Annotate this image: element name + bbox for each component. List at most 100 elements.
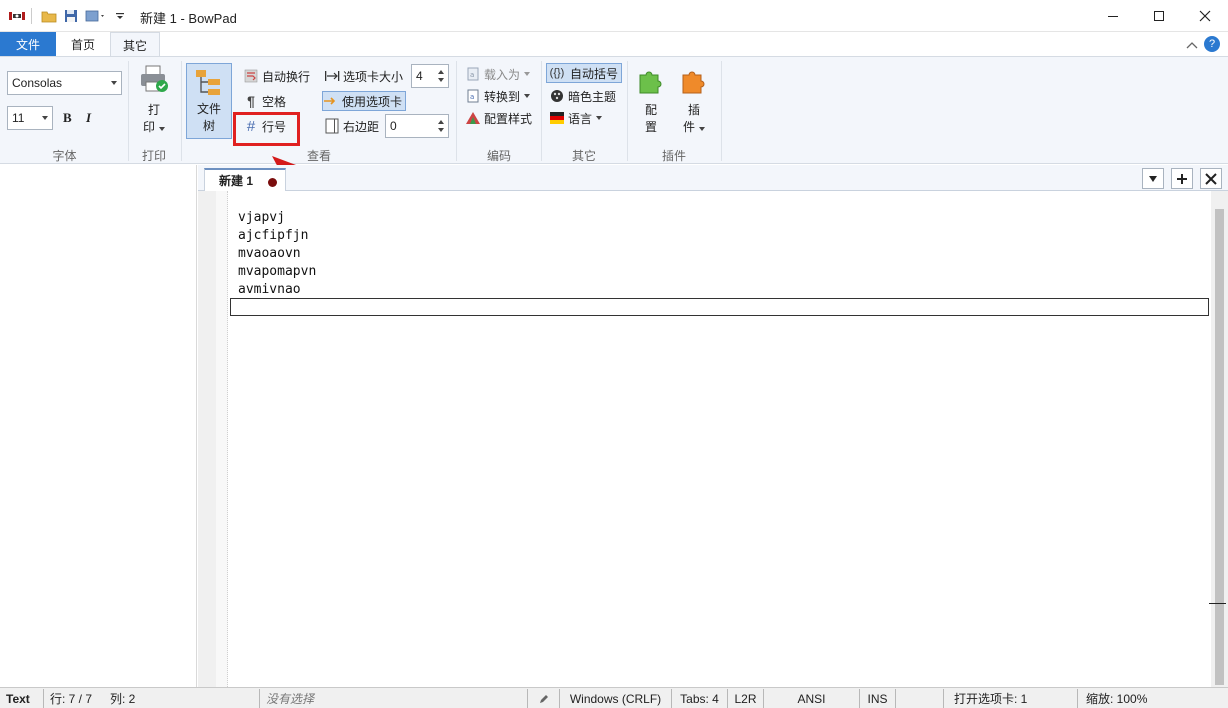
font-size-value: 11	[12, 111, 25, 125]
config-label-line2: 置	[644, 120, 657, 134]
file-tree-label-line2: 树	[202, 119, 215, 133]
convert-to-button[interactable]: a 转换到	[465, 86, 531, 106]
bold-button[interactable]: B	[63, 110, 72, 126]
code-line: vjapvj	[238, 210, 285, 225]
dark-theme-button[interactable]: 暗色主题	[549, 86, 616, 106]
minimize-icon	[1108, 15, 1118, 17]
print-group-label: 打印	[141, 149, 166, 163]
status-column: 列: 2	[104, 689, 260, 708]
italic-button[interactable]: I	[86, 110, 91, 126]
whitespace-label: 空格	[262, 94, 287, 109]
recent-files-icon[interactable]	[84, 6, 108, 26]
plus-icon	[1177, 173, 1187, 184]
line-numbers-highlight-box	[233, 112, 300, 146]
svg-text:a: a	[470, 93, 474, 101]
maximize-button[interactable]	[1136, 0, 1182, 31]
config-style-label: 配置样式	[484, 111, 533, 126]
svg-text:a: a	[470, 71, 474, 79]
use-tabs-button[interactable]: 使用选项卡	[322, 91, 407, 111]
right-margin-label-row: 右边距	[324, 116, 379, 136]
printer-icon	[141, 65, 168, 92]
tab-size-value: 4	[416, 69, 423, 83]
spin-up-icon[interactable]	[438, 120, 444, 124]
maximize-icon	[1154, 10, 1164, 21]
tab-other[interactable]: 其它	[110, 32, 160, 57]
document-tab-strip: 新建 1	[198, 165, 1228, 191]
spin-up-icon[interactable]	[438, 70, 444, 74]
plugins-label-line1: 插	[687, 103, 700, 117]
status-tabs[interactable]: Tabs: 4	[672, 689, 728, 708]
app-icon[interactable]	[8, 6, 26, 26]
file-tree-button[interactable]: 文件 树	[186, 63, 232, 139]
tab-arrow-icon	[324, 68, 340, 84]
status-edit-icon[interactable]	[528, 689, 560, 708]
status-direction[interactable]: L2R	[728, 689, 764, 708]
load-as-button[interactable]: a 载入为	[465, 64, 531, 84]
editor-text[interactable]: vjapvj ajcfipfjn mvaoaovn mvapomapvn avm…	[238, 209, 316, 299]
code-line: ajcfipfjn	[238, 228, 309, 243]
word-wrap-button[interactable]: 自动换行	[243, 66, 310, 86]
window-title: 新建 1 - BowPad	[140, 11, 237, 26]
close-tab-button[interactable]	[1200, 168, 1222, 189]
scrollbar-thumb[interactable]	[1215, 209, 1224, 685]
encoding-group-label: 编码	[486, 149, 511, 163]
status-encoding[interactable]: ANSI	[764, 689, 860, 708]
auto-brace-button[interactable]: ({}) 自动括号	[546, 63, 623, 83]
font-size-select[interactable]: 11	[7, 106, 53, 130]
code-line: mvapomapvn	[238, 264, 317, 279]
collapse-ribbon-icon[interactable]	[1186, 38, 1198, 52]
dark-theme-icon	[549, 88, 565, 104]
vertical-scrollbar[interactable]	[1211, 191, 1228, 687]
title-bar: 新建 1 - BowPad	[0, 0, 1228, 32]
unsaved-dot-icon[interactable]	[268, 178, 277, 187]
use-tabs-label: 使用选项卡	[342, 94, 403, 109]
status-eol[interactable]: Windows (CRLF)	[560, 689, 672, 708]
status-lexer[interactable]: Text	[0, 689, 44, 708]
editor-area: 新建 1 vjapvj ajcfipfjn mvaoaovn mvapomapv…	[198, 165, 1228, 687]
font-name-select[interactable]: Consolas	[7, 71, 122, 95]
language-button[interactable]: 语言	[549, 108, 603, 128]
tab-home[interactable]: 首页	[58, 32, 108, 56]
open-folder-icon[interactable]	[40, 6, 58, 26]
tab-list-button[interactable]	[1142, 168, 1164, 189]
print-button[interactable]: 打 印	[136, 63, 172, 135]
green-puzzle-icon	[639, 71, 662, 94]
file-tree-panel[interactable]	[0, 165, 197, 687]
whitespace-button[interactable]: ¶ 空格	[243, 91, 286, 111]
language-label: 语言	[568, 111, 593, 126]
convert-to-label: 转换到	[484, 89, 521, 104]
status-spacer	[896, 689, 944, 708]
save-icon[interactable]	[62, 6, 80, 26]
spin-down-icon[interactable]	[438, 78, 444, 82]
load-as-label: 载入为	[484, 67, 521, 82]
code-line: avmivnao	[238, 282, 301, 297]
status-open-tabs: 打开选项卡: 1	[944, 689, 1078, 708]
word-wrap-icon	[243, 68, 259, 84]
config-plugin-button[interactable]: 配 置	[634, 65, 668, 137]
help-icon[interactable]: ?	[1204, 36, 1220, 52]
code-line: mvaoaovn	[238, 246, 301, 261]
document-tab[interactable]: 新建 1	[204, 168, 286, 191]
right-margin-input[interactable]: 0	[385, 114, 449, 138]
status-insert-mode[interactable]: INS	[860, 689, 896, 708]
plugin-group-label: 插件	[661, 149, 686, 163]
flag-icon	[549, 110, 565, 126]
scroll-position-marker	[1209, 603, 1226, 604]
chevron-down-icon	[111, 81, 117, 85]
status-zoom[interactable]: 缩放: 100%	[1078, 689, 1228, 708]
file-tree-label-line1: 文件	[196, 102, 221, 116]
config-style-button[interactable]: 配置样式	[465, 108, 532, 128]
chevron-down-icon	[42, 116, 48, 120]
plugins-button[interactable]: 插 件	[674, 65, 714, 137]
current-line-highlight[interactable]	[230, 298, 1209, 316]
minimize-button[interactable]	[1090, 0, 1136, 31]
status-selection: 没有选择	[260, 689, 528, 708]
auto-brace-label: 自动括号	[570, 66, 619, 81]
close-button[interactable]	[1182, 0, 1228, 31]
new-tab-button[interactable]	[1171, 168, 1193, 189]
tab-file[interactable]: 文件	[0, 32, 56, 56]
tab-size-input[interactable]: 4	[411, 64, 449, 88]
spin-down-icon[interactable]	[438, 128, 444, 132]
customize-toolbar-icon[interactable]	[113, 6, 127, 26]
font-name-value: Consolas	[12, 76, 63, 90]
